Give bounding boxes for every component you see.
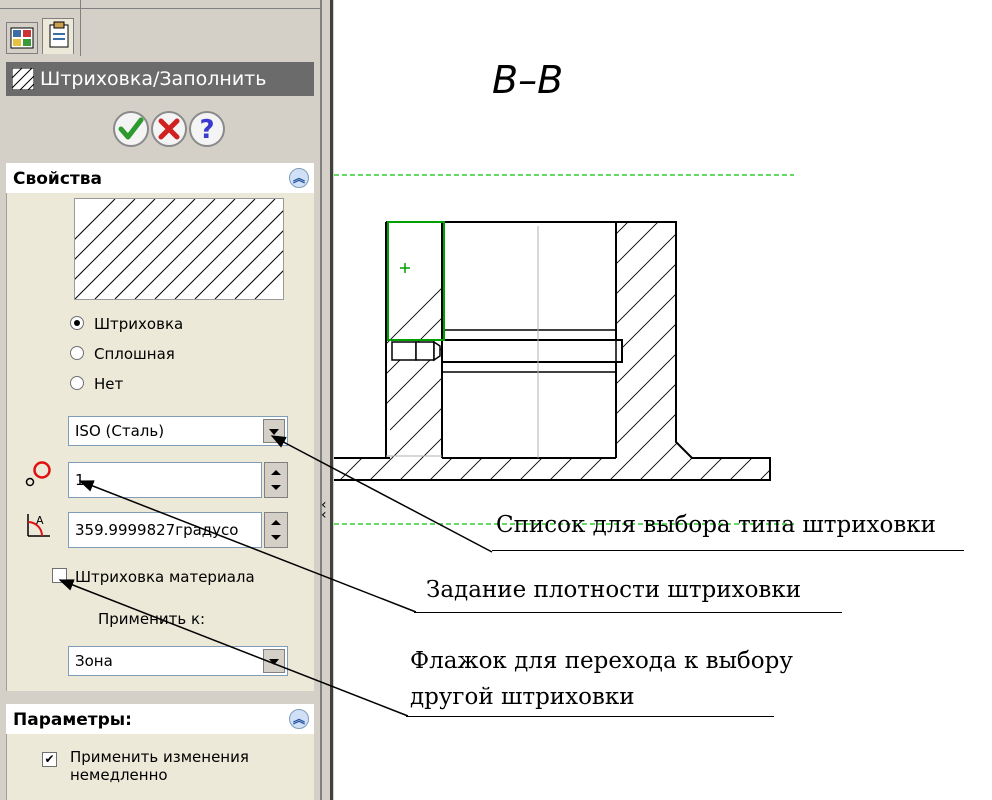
leader-lines xyxy=(58,435,493,717)
annotation-underline xyxy=(492,550,964,551)
annotation-hatch-density: Задание плотности штриховки xyxy=(426,577,802,603)
annotation-other-hatch-line1: Флажок для перехода к выбору xyxy=(410,648,793,674)
annotation-underline xyxy=(414,612,842,613)
annotation-other-hatch-line2: другой штриховки xyxy=(410,684,635,710)
annotation-underline xyxy=(406,716,774,717)
annotation-hatch-type-list: Список для выбора типа штриховки xyxy=(496,512,936,538)
